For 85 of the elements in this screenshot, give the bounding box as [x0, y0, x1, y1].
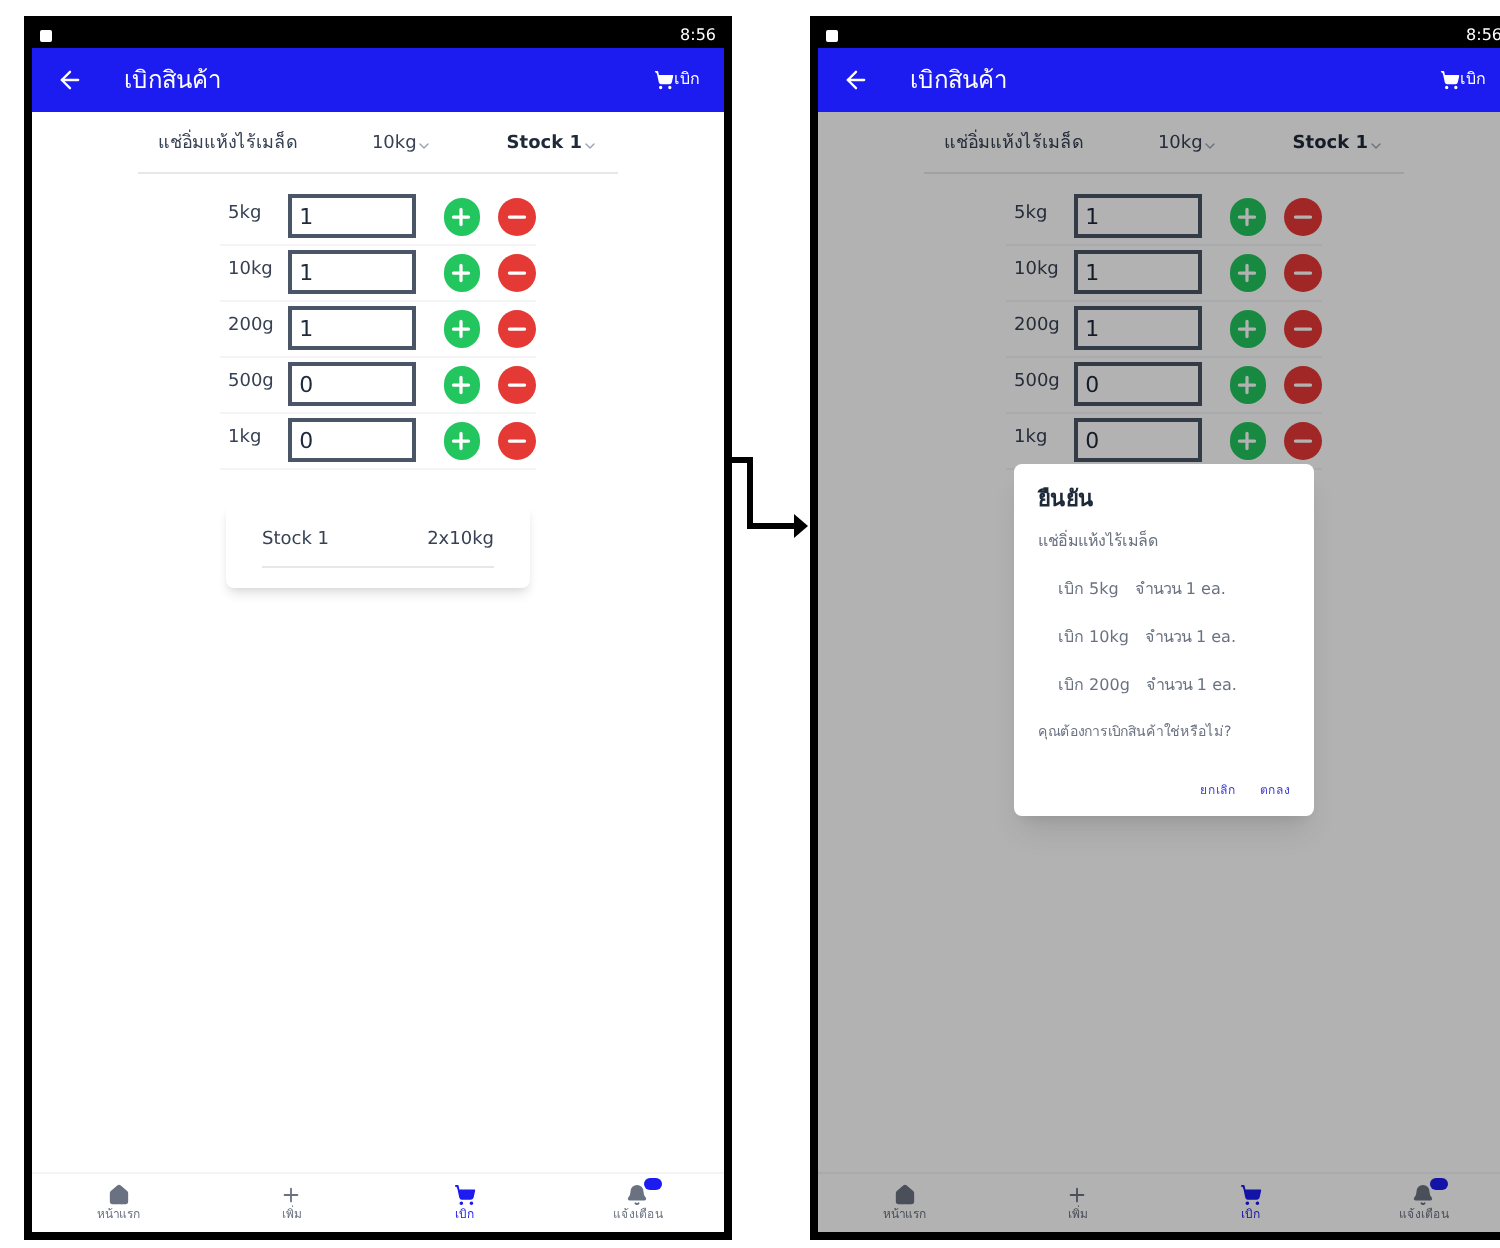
size-label: 200g — [1014, 314, 1062, 341]
add-button[interactable] — [1229, 421, 1267, 459]
cart-icon — [1440, 70, 1460, 90]
quantity-field[interactable]: 0 — [1073, 418, 1202, 462]
remove-button[interactable] — [498, 421, 536, 459]
back-icon[interactable] — [842, 66, 870, 94]
cart-icon — [453, 1183, 476, 1205]
quantity-field[interactable]: 1 — [1073, 194, 1202, 238]
product-name: แช่อิ่มแห้งไร้เมล็ด — [158, 132, 298, 159]
plus-icon — [448, 259, 475, 285]
weight-dropdown[interactable]: 10kg — [371, 132, 433, 159]
quantity-field[interactable]: 0 — [287, 418, 416, 462]
dialog-item: เบิก 10kg — [1058, 625, 1129, 649]
plus-icon — [280, 1183, 303, 1205]
plus-icon — [1234, 203, 1261, 229]
stock-amount: 2x10kg — [427, 527, 494, 553]
bell-icon — [1412, 1183, 1435, 1205]
status-time: 8:56 — [680, 28, 716, 44]
size-label: 500g — [228, 370, 276, 397]
cart-button[interactable]: เบิก — [654, 68, 700, 92]
size-label: 500g — [1014, 370, 1062, 397]
add-button[interactable] — [443, 253, 481, 291]
plus-icon — [1234, 315, 1261, 341]
cart-icon — [1239, 1183, 1262, 1205]
plus-icon — [448, 203, 475, 229]
add-button[interactable] — [443, 365, 481, 403]
add-button[interactable] — [443, 197, 481, 235]
remove-button[interactable] — [1284, 421, 1322, 459]
quantity-field[interactable]: 1 — [287, 194, 416, 238]
stock-dropdown[interactable]: Stock 1 — [1292, 132, 1384, 159]
quantity-field[interactable]: 1 — [1073, 250, 1202, 294]
remove-button[interactable] — [1284, 253, 1322, 291]
plus-icon — [1234, 371, 1261, 397]
dialog-amount: จำนวน 1 ea. — [1145, 673, 1237, 697]
remove-button[interactable] — [498, 309, 536, 347]
dialog-item: เบิก 200g — [1058, 673, 1130, 697]
remove-button[interactable] — [498, 197, 536, 235]
notification-icon — [826, 30, 838, 42]
home-icon — [893, 1183, 916, 1205]
add-button[interactable] — [443, 421, 481, 459]
remove-button[interactable] — [1284, 365, 1322, 403]
plus-icon — [448, 427, 475, 453]
stock-name: Stock 1 — [262, 527, 329, 553]
screen-title: เบิกสินค้า — [910, 64, 1008, 98]
remove-button[interactable] — [498, 365, 536, 403]
quantity-field[interactable]: 1 — [287, 306, 416, 350]
cart-icon — [654, 70, 674, 90]
remove-button[interactable] — [1284, 309, 1322, 347]
size-label: 1kg — [228, 426, 264, 453]
stock-dropdown[interactable]: Stock 1 — [506, 132, 598, 159]
size-label: 5kg — [1014, 202, 1050, 229]
back-icon[interactable] — [56, 66, 84, 94]
size-label: 1kg — [1014, 426, 1050, 453]
size-label: 5kg — [228, 202, 264, 229]
screen-title: เบิกสินค้า — [124, 64, 222, 98]
dialog-amount: จำนวน 1 ea. — [1134, 577, 1226, 601]
add-button[interactable] — [1229, 197, 1267, 235]
weight-dropdown[interactable]: 10kg — [1157, 132, 1219, 159]
size-label: 200g — [228, 314, 276, 341]
add-button[interactable] — [1229, 309, 1267, 347]
notification-icon — [40, 30, 52, 42]
remove-button[interactable] — [498, 253, 536, 291]
add-button[interactable] — [1229, 365, 1267, 403]
product-name: แช่อิ่มแห้งไร้เมล็ด — [944, 132, 1084, 159]
plus-icon — [448, 315, 475, 341]
quantity-field[interactable]: 0 — [287, 362, 416, 406]
remove-button[interactable] — [1284, 197, 1322, 235]
plus-icon — [1234, 427, 1261, 453]
add-button[interactable] — [1229, 253, 1267, 291]
add-button[interactable] — [443, 309, 481, 347]
home-icon — [107, 1183, 130, 1205]
size-label: 10kg — [228, 258, 275, 285]
plus-icon — [1066, 1183, 1089, 1205]
plus-icon — [1234, 259, 1261, 285]
cart-button[interactable]: เบิก — [1440, 68, 1486, 92]
quantity-field[interactable]: 1 — [287, 250, 416, 294]
dialog-amount: จำนวน 1 ea. — [1144, 625, 1236, 649]
dialog-title: ยืนยัน — [1038, 484, 1096, 516]
dialog-product: แช่อิ่มแห้งไร้เมล็ด — [1038, 529, 1160, 553]
bell-icon — [626, 1183, 649, 1205]
quantity-field[interactable]: 0 — [1073, 362, 1202, 406]
size-label: 10kg — [1014, 258, 1061, 285]
dialog-item: เบิก 5kg — [1058, 577, 1119, 601]
quantity-field[interactable]: 1 — [1073, 306, 1202, 350]
plus-icon — [448, 371, 475, 397]
